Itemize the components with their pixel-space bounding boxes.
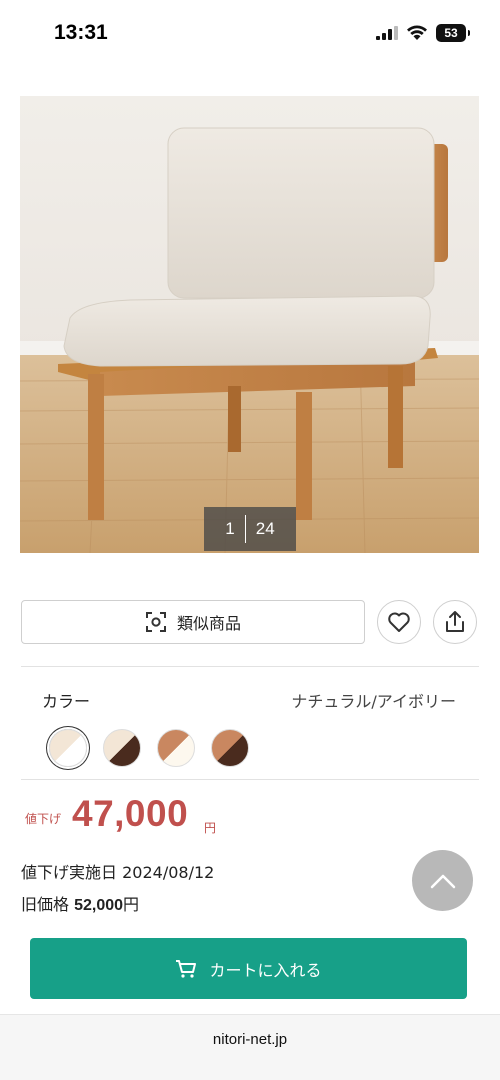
share-button[interactable] <box>433 600 477 644</box>
color-swatch-mediumbrown-ivory[interactable] <box>157 729 195 767</box>
price-currency: 円 <box>204 821 217 835</box>
status-time: 13:31 <box>54 21 108 44</box>
old-price-currency: 円 <box>123 895 140 914</box>
camera-search-icon <box>145 612 166 632</box>
sale-tag: 値下げ <box>25 812 62 826</box>
discount-date: 2024/08/12 <box>122 863 215 882</box>
share-icon <box>446 611 464 632</box>
color-label: カラー <box>42 692 91 711</box>
old-price: 52,000 <box>74 897 124 914</box>
price: 47,000 <box>72 793 189 834</box>
sofa-chair-photo <box>20 96 479 553</box>
status-bar: 13:31 53 <box>0 0 500 64</box>
image-counter-current: 1 <box>225 519 235 538</box>
image-counter: 1 24 <box>204 507 296 551</box>
color-swatch-mediumbrown-brown[interactable] <box>211 729 249 767</box>
battery-icon: 53 <box>436 24 470 42</box>
discount-date-line: 値下げ実施日 2024/08/12 <box>21 859 214 883</box>
image-counter-separator <box>244 515 246 543</box>
wifi-icon <box>407 25 427 40</box>
add-to-cart-button[interactable]: カートに入れる <box>30 938 467 999</box>
product-image[interactable]: 1 24 <box>20 96 479 553</box>
old-price-line: 旧価格 52,000円 <box>21 891 139 915</box>
color-swatch-natural-brown[interactable] <box>103 729 141 767</box>
add-to-cart-label: カートに入れる <box>209 960 322 980</box>
cart-icon <box>176 959 197 978</box>
similar-products-button[interactable]: 類似商品 <box>21 600 365 644</box>
divider <box>21 779 479 780</box>
cellular-signal-icon <box>376 26 398 40</box>
chevron-up-icon <box>430 874 455 888</box>
favorite-button[interactable] <box>377 600 421 644</box>
similar-products-label: 類似商品 <box>176 614 241 633</box>
url-text[interactable]: nitori-net.jp <box>0 1031 500 1048</box>
discount-date-label: 値下げ実施日 <box>21 863 118 882</box>
divider <box>21 666 479 667</box>
scroll-to-top-button[interactable] <box>412 850 473 911</box>
image-counter-total: 24 <box>255 519 275 538</box>
browser-address-bar[interactable]: nitori-net.jp <box>0 1014 500 1080</box>
heart-icon <box>388 612 410 632</box>
old-price-label: 旧価格 <box>21 895 70 914</box>
color-swatch-natural-ivory[interactable] <box>49 729 87 767</box>
color-value: ナチュラル/アイボリー <box>291 692 456 711</box>
status-icons: 53 <box>376 22 470 44</box>
